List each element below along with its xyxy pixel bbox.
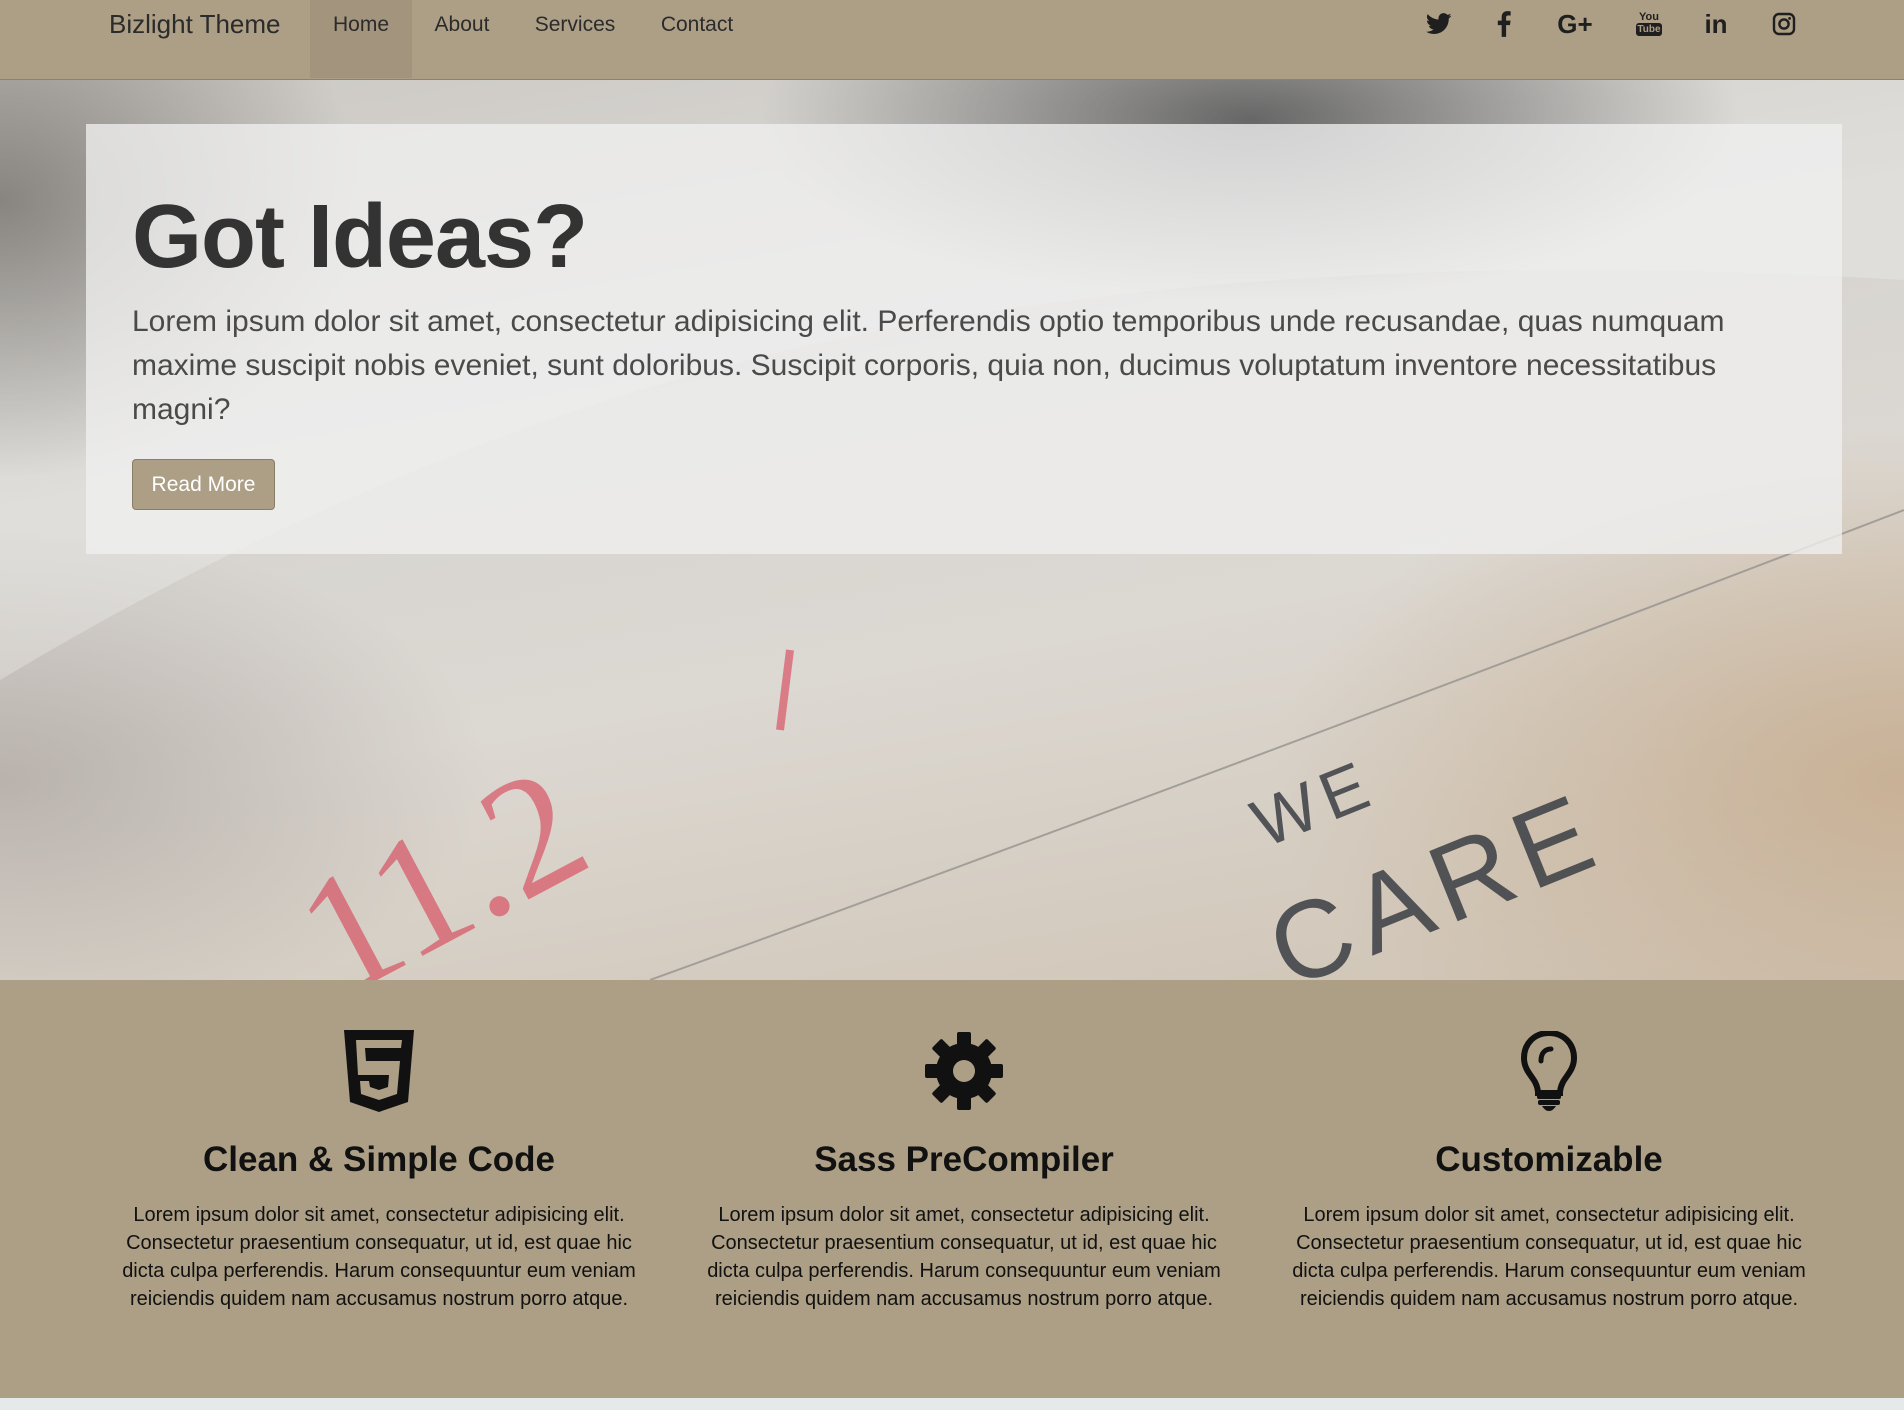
nav-item-home[interactable]: Home bbox=[310, 0, 412, 78]
youtube-text-bottom: Tube bbox=[1636, 23, 1662, 36]
hero-bg-we: WE bbox=[1242, 745, 1387, 862]
navbar: Bizlight Theme Home About Services Conta… bbox=[0, 0, 1904, 80]
hero-section: 11.2 WE CARE Got Ideas? Lorem ipsum dolo… bbox=[0, 80, 1904, 980]
lightbulb-icon bbox=[1508, 1030, 1590, 1112]
feature-title: Sass PreCompiler bbox=[814, 1140, 1114, 1179]
hero-title: Got Ideas? bbox=[132, 187, 588, 287]
youtube-text-top: You bbox=[1639, 11, 1659, 23]
linkedin-glyph: in bbox=[1704, 8, 1728, 39]
nav-item-contact[interactable]: Contact bbox=[638, 0, 756, 78]
feature-title: Clean & Simple Code bbox=[202, 1140, 556, 1179]
hero-text: Lorem ipsum dolor sit amet, consectetur … bbox=[132, 305, 1725, 426]
html5-icon bbox=[338, 1030, 420, 1112]
footer-strip bbox=[0, 1398, 1904, 1410]
google-plus-glyph: G+ bbox=[1557, 8, 1593, 39]
jumbotron: Got Ideas? Lorem ipsum dolor sit amet, c… bbox=[86, 124, 1842, 554]
twitter-icon[interactable] bbox=[1423, 8, 1455, 40]
facebook-icon[interactable] bbox=[1488, 8, 1520, 40]
feature-text: Lorem ipsum dolor sit amet, consectetur … bbox=[707, 1204, 1221, 1310]
google-plus-icon[interactable]: G+ bbox=[1556, 8, 1594, 40]
hero-bg-number: 11.2 bbox=[269, 730, 614, 980]
feature-text: Lorem ipsum dolor sit amet, consectetur … bbox=[1292, 1204, 1806, 1310]
features-section: Clean & Simple Code Lorem ipsum dolor si… bbox=[0, 980, 1904, 1398]
nav-item-services[interactable]: Services bbox=[512, 0, 638, 78]
youtube-glyph: You Tube bbox=[1636, 12, 1662, 36]
instagram-icon[interactable] bbox=[1768, 8, 1800, 40]
brand-logo-text[interactable]: Bizlight Theme bbox=[109, 0, 281, 49]
feature-text: Lorem ipsum dolor sit amet, consectetur … bbox=[122, 1204, 636, 1310]
gear-icon bbox=[923, 1030, 1005, 1112]
read-more-button[interactable]: Read More bbox=[132, 459, 275, 510]
youtube-icon[interactable]: You Tube bbox=[1633, 8, 1665, 40]
nav-item-about[interactable]: About bbox=[412, 0, 512, 78]
linkedin-icon[interactable]: in bbox=[1700, 8, 1732, 40]
feature-title: Customizable bbox=[1435, 1140, 1663, 1179]
